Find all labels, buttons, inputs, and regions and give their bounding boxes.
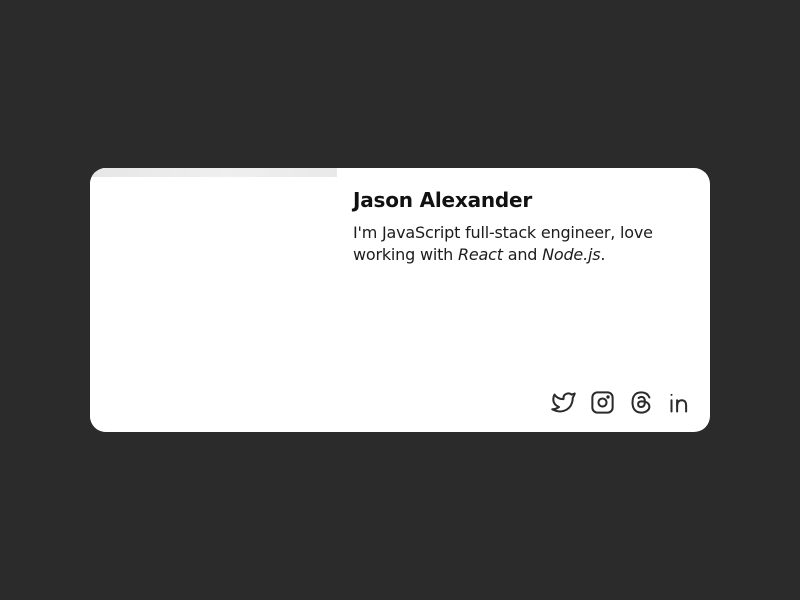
- profile-content: Jason Alexander I'm JavaScript full-stac…: [337, 168, 710, 432]
- profile-bio: I'm JavaScript full-stack engineer, love…: [353, 222, 692, 266]
- instagram-link[interactable]: [589, 389, 616, 416]
- twitter-link[interactable]: [550, 389, 577, 416]
- bio-tech-node: Node.js: [542, 245, 601, 264]
- profile-name: Jason Alexander: [353, 188, 533, 212]
- linkedin-link[interactable]: [667, 389, 694, 416]
- bio-middle: and: [502, 245, 543, 264]
- linkedin-icon: [670, 393, 688, 413]
- photo-top-edge: [90, 168, 337, 177]
- instagram-icon: [591, 391, 614, 414]
- social-links: [550, 389, 694, 416]
- bio-suffix: .: [600, 245, 606, 264]
- bio-tech-react: React: [457, 245, 503, 264]
- threads-link[interactable]: [628, 389, 655, 416]
- threads-icon: [631, 391, 651, 414]
- profile-photo: [90, 168, 337, 432]
- twitter-icon: [551, 392, 576, 413]
- profile-card: Jason Alexander I'm JavaScript full-stac…: [90, 168, 710, 432]
